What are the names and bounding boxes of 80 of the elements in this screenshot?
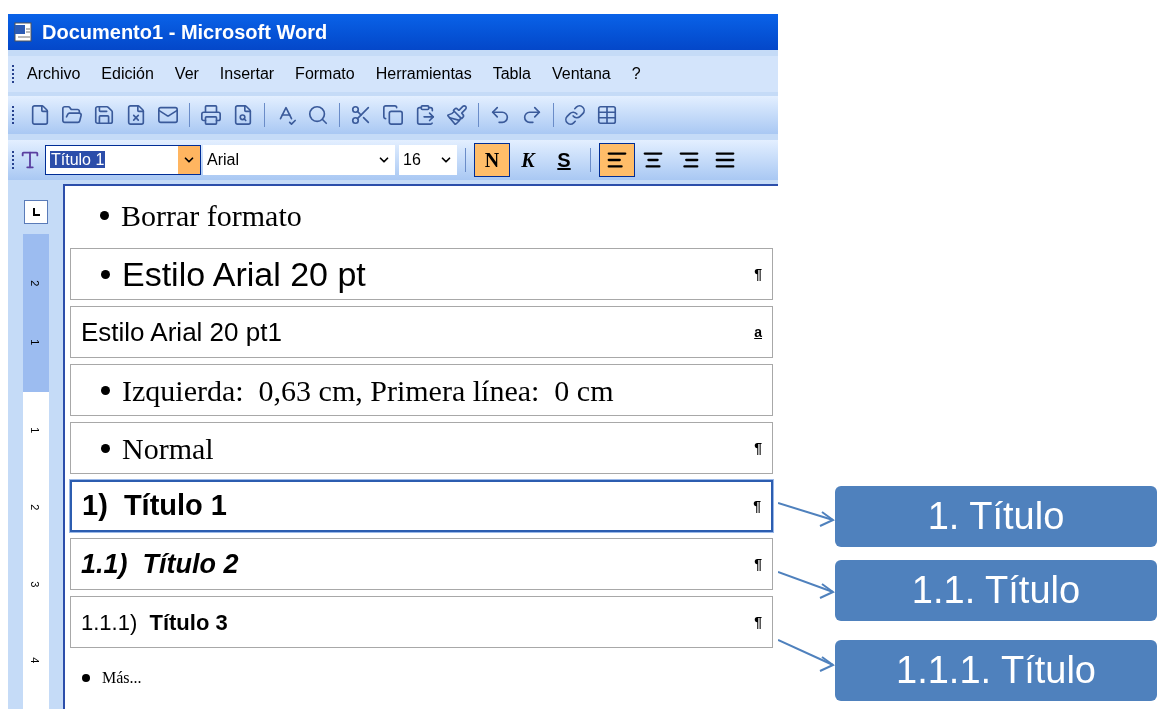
menu-item[interactable]: Herramientas <box>367 62 480 86</box>
left-tab-icon <box>30 207 41 217</box>
style-list-item[interactable]: 1.1) Título 2 ¶ <box>70 538 773 590</box>
menu-item[interactable]: ? <box>623 62 649 86</box>
style-type-mark: a <box>754 322 762 342</box>
search-icon[interactable] <box>307 104 329 126</box>
copy-icon[interactable] <box>382 104 404 126</box>
table-icon[interactable] <box>596 104 618 126</box>
styles-icon[interactable] <box>19 149 41 171</box>
style-name: Estilo Arial 20 pt <box>122 253 367 295</box>
mail-icon[interactable] <box>157 104 179 126</box>
italic-button[interactable]: K <box>510 143 546 177</box>
new-document-icon[interactable] <box>29 104 51 126</box>
callout-label: 1.1.1. Título <box>835 640 1157 701</box>
arrow <box>778 502 835 527</box>
style-name: Normal <box>122 430 215 467</box>
save-icon[interactable] <box>93 104 115 126</box>
style-type-mark: ¶ <box>754 612 762 632</box>
menu-item[interactable]: Ventana <box>543 62 619 86</box>
style-name: 1.1.1) Título 3 <box>81 608 229 637</box>
style-list-item[interactable]: Borrar formato <box>70 188 773 242</box>
ruler-number: 4 <box>28 657 43 664</box>
font-size-combo-box[interactable]: 16 <box>399 145 457 175</box>
bold-button[interactable]: N <box>474 143 510 177</box>
style-name: Borrar formato <box>121 197 303 234</box>
style-combo-box[interactable]: Título 1 <box>45 145 201 175</box>
font-combo-box[interactable]: Arial <box>203 145 395 175</box>
arrow <box>778 571 835 599</box>
paste-icon[interactable] <box>414 104 436 126</box>
style-name: 1) Título 1 <box>82 488 228 524</box>
style-list-item[interactable]: Más... <box>70 654 773 702</box>
menu-item[interactable]: Edición <box>93 62 162 86</box>
callout-label: 1. Título <box>835 486 1157 547</box>
undo-icon[interactable] <box>489 104 511 126</box>
style-name: 1.1) Título 2 <box>81 547 240 581</box>
toolbar-grip[interactable] <box>12 65 15 83</box>
tab-selector[interactable] <box>23 200 48 224</box>
toolbar-grip[interactable] <box>12 151 15 169</box>
document-icon[interactable] <box>125 104 147 126</box>
print-preview-icon[interactable] <box>232 104 254 126</box>
link-icon[interactable] <box>564 104 586 126</box>
redo-icon[interactable] <box>521 104 543 126</box>
style-list-item[interactable]: 1) Título 1 ¶ <box>70 480 773 532</box>
ruler-number: 1 <box>28 427 43 434</box>
align-justify-icon <box>714 149 736 171</box>
callout-label: 1.1. Título <box>835 560 1157 621</box>
style-name: Más... <box>102 668 143 688</box>
brush-icon[interactable] <box>446 104 468 126</box>
style-type-mark: ¶ <box>754 264 762 284</box>
ruler-number: 3 <box>28 580 43 587</box>
menu-item[interactable]: Archivo <box>19 62 89 86</box>
align-left-icon <box>606 149 628 171</box>
style-type-mark: ¶ <box>754 438 762 458</box>
style-name: Izquierda: 0,63 cm, Primera línea: 0 cm <box>122 372 615 409</box>
toolbar-grip[interactable] <box>12 106 15 124</box>
window-title: Documento1 - Microsoft Word <box>42 20 328 45</box>
ruler-number: 1 <box>28 339 43 346</box>
style-type-mark: ¶ <box>753 496 761 516</box>
align-left-button[interactable] <box>599 143 635 177</box>
style-list-item[interactable]: Estilo Arial 20 pt1 a <box>70 306 773 358</box>
folder-icon[interactable] <box>61 104 83 126</box>
style-name: Estilo Arial 20 pt1 <box>81 315 283 349</box>
print-icon[interactable] <box>200 104 222 126</box>
word-document-icon <box>12 21 34 43</box>
menu-item[interactable]: Formato <box>287 62 363 86</box>
style-list-item[interactable]: 1.1.1) Título 3 ¶ <box>70 596 773 648</box>
style-type-mark: ¶ <box>754 554 762 574</box>
style-list-item[interactable]: Estilo Arial 20 pt ¶ <box>70 248 773 300</box>
style-list-item[interactable]: Normal ¶ <box>70 422 773 474</box>
align-right-icon <box>678 149 700 171</box>
menu-item[interactable]: Insertar <box>211 62 283 86</box>
ruler-number: 2 <box>28 504 43 511</box>
arrow <box>778 639 835 672</box>
style-list-item[interactable]: Izquierda: 0,63 cm, Primera línea: 0 cm <box>70 364 773 416</box>
menu-item[interactable]: Ver <box>166 62 207 86</box>
ruler-number: 2 <box>28 280 43 287</box>
align-center-icon <box>642 149 664 171</box>
menu-item[interactable]: Tabla <box>484 62 539 86</box>
underline-button[interactable]: S <box>546 143 582 177</box>
cut-icon[interactable] <box>350 104 372 126</box>
